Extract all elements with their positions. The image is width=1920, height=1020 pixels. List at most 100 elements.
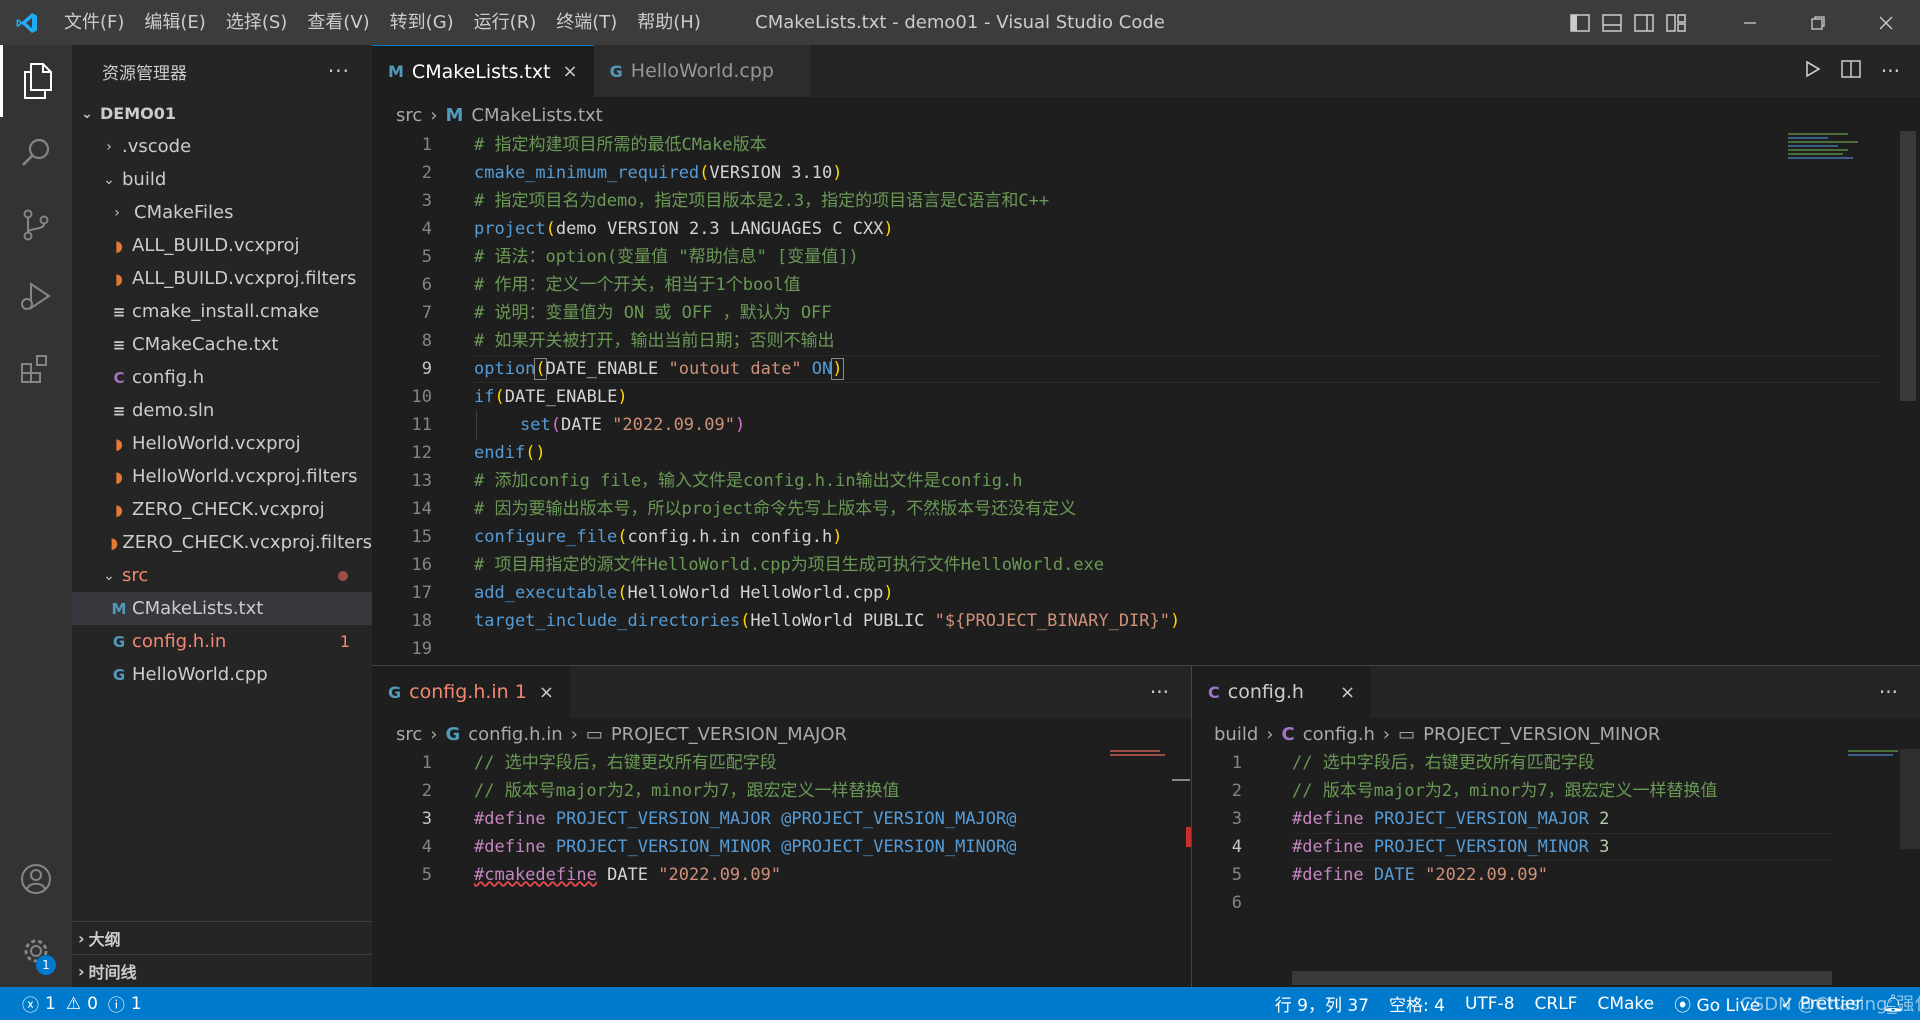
cursor-position[interactable]: 行 9，列 37 bbox=[1265, 991, 1379, 1016]
account-icon[interactable] bbox=[0, 843, 72, 915]
cmake-file-icon: M bbox=[388, 62, 404, 81]
editor-more-icon[interactable]: ··· bbox=[1881, 59, 1900, 83]
editor-more-icon[interactable]: ··· bbox=[1150, 680, 1169, 704]
toggle-sidebar-icon[interactable] bbox=[1564, 0, 1596, 45]
tab-config-h[interactable]: C config.h × bbox=[1192, 666, 1372, 718]
scrollbar[interactable] bbox=[1900, 131, 1916, 401]
line-number: 6 bbox=[421, 275, 432, 295]
minimap[interactable] bbox=[1784, 131, 1864, 171]
tree-item-config-h[interactable]: C config.h bbox=[72, 361, 372, 394]
source-control-icon[interactable] bbox=[0, 189, 72, 261]
title-bar: 文件(F) 编辑(E) 选择(S) 查看(V) 转到(G) 运行(R) 终端(T… bbox=[0, 0, 1920, 45]
menu-help[interactable]: 帮助(H) bbox=[627, 0, 711, 45]
toggle-secondary-sidebar-icon[interactable] bbox=[1628, 0, 1660, 45]
run-debug-icon[interactable] bbox=[0, 261, 72, 333]
breadcrumb-file[interactable]: CMakeLists.txt bbox=[471, 105, 602, 126]
tab-helloworld-cpp[interactable]: G HelloWorld.cpp bbox=[593, 45, 810, 97]
tree-item-build[interactable]: ⌄ build bbox=[72, 163, 372, 196]
menu-selection[interactable]: 选择(S) bbox=[216, 0, 297, 45]
editor-more-icon[interactable]: ··· bbox=[1879, 680, 1898, 704]
manage-gear-icon[interactable]: 1 bbox=[0, 915, 72, 987]
line-number: 16 bbox=[411, 555, 432, 575]
line-number: 1 bbox=[1231, 753, 1242, 773]
menu-terminal[interactable]: 终端(T) bbox=[546, 0, 627, 45]
outline-section[interactable]: › 大纲 bbox=[72, 921, 372, 954]
breadcrumb-file[interactable]: config.h.in bbox=[468, 724, 562, 745]
timeline-section[interactable]: › 时间线 bbox=[72, 954, 372, 987]
tree-item-demo-sln[interactable]: ≡ demo.sln bbox=[72, 394, 372, 427]
tree-item-zero-check-vcxproj[interactable]: ◗ ZERO_CHECK.vcxproj bbox=[72, 493, 372, 526]
rss-file-icon: ◗ bbox=[115, 236, 123, 255]
tree-item-all-build-filters[interactable]: ◗ ALL_BUILD.vcxproj.filters bbox=[72, 262, 372, 295]
menu-file[interactable]: 文件(F) bbox=[54, 0, 134, 45]
indentation[interactable]: 空格: 4 bbox=[1379, 991, 1455, 1016]
menu-run[interactable]: 运行(R) bbox=[464, 0, 547, 45]
explorer-icon[interactable] bbox=[0, 45, 72, 117]
code-line: endif() bbox=[474, 443, 546, 463]
line-number: 5 bbox=[1231, 865, 1242, 885]
tree-item-helloworld-cpp[interactable]: G HelloWorld.cpp bbox=[72, 658, 372, 691]
toggle-panel-icon[interactable] bbox=[1596, 0, 1628, 45]
sidebar-more-button[interactable]: ··· bbox=[328, 59, 350, 83]
prettier-button[interactable]: ✓ Prettier CSDN @Chasing_强化 bbox=[1740, 994, 1920, 1015]
menu-edit[interactable]: 编辑(E) bbox=[134, 0, 215, 45]
line-number: 18 bbox=[411, 611, 432, 631]
tree-item-config-h-in[interactable]: G config.h.in 1 bbox=[72, 625, 372, 658]
tree-item-all-build-vcxproj[interactable]: ◗ ALL_BUILD.vcxproj bbox=[72, 229, 372, 262]
customize-layout-icon[interactable] bbox=[1660, 0, 1692, 45]
tree-item-src[interactable]: ⌄ src bbox=[72, 559, 372, 592]
tree-item-helloworld-filters[interactable]: ◗ HelloWorld.vcxproj.filters bbox=[72, 460, 372, 493]
vscode-logo-icon bbox=[0, 0, 54, 45]
right-code-editor[interactable]: 1 2 3 4 5 6 // 选中字段后，右键更改所有匹配字段 // 版本号ma… bbox=[1192, 749, 1920, 987]
restore-icon[interactable] bbox=[1784, 0, 1852, 45]
cpp-file-icon: G bbox=[388, 682, 402, 702]
code-line: # 作用：定义一个开关，相当于1个bool值 bbox=[474, 275, 801, 295]
tree-item-helloworld-vcxproj[interactable]: ◗ HelloWorld.vcxproj bbox=[72, 427, 372, 460]
breadcrumb-symbol[interactable]: PROJECT_VERSION_MINOR bbox=[1423, 724, 1660, 745]
tab-config-h-in[interactable]: G config.h.in 1 × bbox=[372, 666, 570, 718]
tree-item-cmakelists[interactable]: M CMakeLists.txt bbox=[72, 592, 372, 625]
breadcrumb-src[interactable]: src bbox=[396, 724, 422, 745]
extensions-icon[interactable] bbox=[0, 333, 72, 405]
line-number: 13 bbox=[411, 471, 432, 491]
encoding[interactable]: UTF-8 bbox=[1455, 994, 1525, 1014]
horizontal-scrollbar[interactable] bbox=[1292, 971, 1832, 985]
breadcrumb-src[interactable]: src bbox=[396, 105, 422, 126]
tree-item-cmakefiles[interactable]: › CMakeFiles bbox=[72, 196, 372, 229]
scrollbar[interactable] bbox=[1900, 749, 1920, 849]
close-window-icon[interactable] bbox=[1852, 0, 1920, 45]
run-icon[interactable] bbox=[1803, 60, 1821, 83]
tree-item-vscode[interactable]: › .vscode bbox=[72, 130, 372, 163]
close-tab-icon[interactable]: × bbox=[539, 682, 554, 703]
search-icon[interactable] bbox=[0, 117, 72, 189]
breadcrumb: src › M CMakeLists.txt bbox=[396, 100, 611, 130]
split-editor-icon[interactable] bbox=[1841, 59, 1861, 83]
minimize-icon[interactable] bbox=[1716, 0, 1784, 45]
symbol-constant-icon: ▭ bbox=[585, 723, 603, 745]
line-number: 15 bbox=[411, 527, 432, 547]
line-number: 1 bbox=[421, 135, 432, 155]
tab-cmakelists[interactable]: M CMakeLists.txt × bbox=[372, 45, 594, 97]
problems-indicator[interactable]: ⓧ 1 ⚠ 0 ⓘ 1 bbox=[0, 991, 152, 1017]
lines-file-icon: ≡ bbox=[112, 335, 126, 354]
tree-item-zero-check-filters[interactable]: ◗ ZERO_CHECK.vcxproj.filters bbox=[72, 526, 372, 559]
breadcrumb-file[interactable]: config.h bbox=[1303, 724, 1375, 745]
menu-view[interactable]: 查看(V) bbox=[297, 0, 379, 45]
minimap[interactable] bbox=[1846, 749, 1906, 761]
line-ending[interactable]: CRLF bbox=[1525, 994, 1588, 1014]
language-mode[interactable]: CMake bbox=[1587, 994, 1664, 1014]
lines-file-icon: ≡ bbox=[112, 302, 126, 321]
c-file-icon: C bbox=[1281, 723, 1295, 745]
breadcrumb-symbol[interactable]: PROJECT_VERSION_MAJOR bbox=[611, 724, 847, 745]
tree-item-cmakecache[interactable]: ≡ CMakeCache.txt bbox=[72, 328, 372, 361]
menu-go[interactable]: 转到(G) bbox=[380, 0, 464, 45]
workspace-root[interactable]: ⌄ DEMO01 bbox=[72, 97, 372, 130]
minimap[interactable] bbox=[1108, 749, 1168, 761]
left-code-editor[interactable]: 1 2 3 4 5 // 选中字段后，右键更改所有匹配字段 // 版本号majo… bbox=[372, 749, 1191, 987]
close-tab-icon[interactable]: × bbox=[563, 61, 578, 82]
tree-item-cmake-install[interactable]: ≡ cmake_install.cmake bbox=[72, 295, 372, 328]
breadcrumb-build[interactable]: build bbox=[1214, 724, 1258, 745]
close-tab-icon[interactable]: × bbox=[1340, 682, 1355, 703]
scrollbar[interactable] bbox=[1172, 779, 1190, 781]
top-code-editor[interactable]: 1 2 3 4 5 6 7 8 9 10 11 12 13 14 15 16 1… bbox=[372, 131, 1920, 665]
